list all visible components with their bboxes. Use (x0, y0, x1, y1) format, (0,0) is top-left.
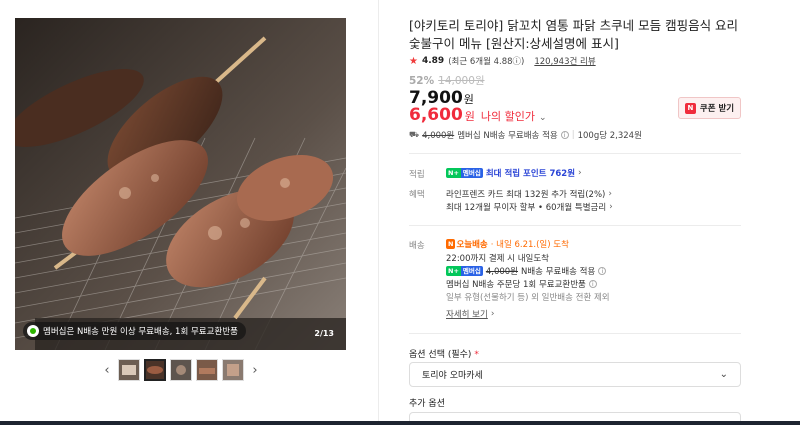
shipping-row: ⛟ 4,000원 멤버십 N배송 무료배송 적용 i | 100g당 2,324… (409, 129, 642, 141)
thumbnail-1[interactable] (118, 359, 140, 381)
thumbnail-2[interactable] (144, 359, 166, 381)
chevron-down-icon: ⌄ (719, 369, 728, 380)
exclude-line: 일부 유형(선물하기 등) 외 일반배송 전환 제외 (446, 293, 610, 303)
required-option-label: 옵션 선택 (필수) * (409, 350, 479, 360)
original-price: 14,000원 (438, 75, 485, 87)
deadline-line: 22:00까지 결제 시 내일도착 (446, 254, 549, 264)
rating-row: ★ 4.89 (최근 6개월 4.88ⓘ) 120,943건 리뷰 (409, 55, 596, 68)
image-counter: 2/13 (314, 329, 334, 338)
today-delivery-badge: N 오늘배송 (446, 239, 488, 250)
thumbnail-5[interactable] (222, 359, 244, 381)
my-price-label: 나의 할인가 (480, 110, 536, 123)
separator: | (571, 130, 575, 140)
unit-price: 100g당 2,324원 (577, 131, 642, 141)
divider-2 (409, 225, 741, 226)
my-price-value: 6,600 (409, 105, 463, 125)
naver-membership-badge: N+ 멤버십 (446, 266, 483, 276)
divider-3 (409, 333, 741, 334)
promo-text: 멤버십은 N배송 만원 이상 무료배송, 1회 무료교환반품 (43, 327, 238, 337)
detail-link[interactable]: 자세히 보기 › (446, 308, 494, 320)
product-gallery: 멤버십은 N배송 만원 이상 무료배송, 1회 무료교환반품 2/13 ‹ › (0, 0, 378, 425)
chevron-right-icon: › (609, 202, 613, 212)
taskbar-edge (0, 421, 800, 425)
chevron-down-icon: ⌄ (539, 113, 547, 123)
thumbnail-4[interactable] (196, 359, 218, 381)
discount-row: 52% 14,000원 (409, 73, 485, 88)
installment-line[interactable]: 최대 12개월 무이자 할부 • 60개월 특별금리 › (446, 201, 613, 213)
delivery-arrival-line: N 오늘배송 · 내일 6.21.(일) 도착 (446, 238, 569, 250)
divider-1 (409, 153, 741, 154)
additional-option-label: 추가 옵션 (409, 399, 445, 409)
arrival-date: · 내일 6.21.(일) 도착 (490, 240, 569, 250)
rating-detail: (최근 6개월 4.88ⓘ) (448, 57, 525, 67)
card-benefit-text: 라인프렌즈 카드 최대 132원 추가 적립(2%) (446, 190, 606, 200)
membership-promo-pill: 멤버십은 N배송 만원 이상 무료배송, 1회 무료교환반품 (23, 322, 246, 340)
thumbnail-strip: ‹ › (100, 357, 262, 383)
delivery-label: 배송 (409, 241, 425, 251)
shipping-fee-strike: 4,000원 (422, 131, 455, 141)
my-price-unit: 원 (464, 110, 475, 123)
card-benefit-line[interactable]: 라인프렌즈 카드 최대 132원 추가 적립(2%) › (446, 188, 612, 200)
rating-score: 4.89 (421, 56, 445, 66)
next-arrow-icon[interactable]: › (248, 363, 262, 378)
star-icon: ★ (409, 55, 418, 67)
product-title: [야키토리 토리야] 닭꼬치 염통 파닭 츠쿠네 모듬 캠핑음식 요리 숯불구이… (409, 18, 739, 51)
main-product-image[interactable]: 멤버십은 N배송 만원 이상 무료배송, 1회 무료교환반품 2/13 (15, 18, 346, 350)
perk-label: 혜택 (409, 190, 425, 200)
info-icon[interactable]: i (588, 280, 597, 288)
shipping-fee-text: 멤버십 N배송 무료배송 적용 (457, 131, 558, 141)
return-line: 멤버십 N배송 주문당 1회 무료교환반품 i (446, 278, 597, 290)
installment-text: 최대 12개월 무이자 할부 • 60개월 특별금리 (446, 203, 607, 213)
chevron-right-icon: › (608, 189, 612, 199)
chevron-right-icon: › (578, 168, 582, 178)
membership-icon (27, 325, 39, 337)
selected-option: 토리야 오마카세 (422, 371, 483, 381)
coupon-icon: N (684, 102, 696, 114)
required-option-select[interactable]: 토리야 오마카세 ⌄ (409, 362, 741, 387)
points-label: 적립 (409, 170, 425, 180)
chevron-right-icon: › (490, 309, 495, 319)
review-count-link[interactable]: 120,943건 리뷰 (534, 55, 595, 67)
product-info-panel: [야키토리 토리야] 닭꼬치 염통 파닭 츠쿠네 모듬 캠핑음식 요리 숯불구이… (379, 0, 800, 425)
discount-rate: 52% (409, 75, 435, 87)
info-icon[interactable]: i (560, 131, 569, 139)
naver-membership-badge: N+ 멤버십 (446, 168, 483, 178)
skewer-photo (15, 18, 346, 350)
truck-icon: ⛟ (409, 130, 420, 139)
points-text: 최대 적립 포인트 762원 (485, 169, 576, 179)
info-icon[interactable]: i (598, 267, 607, 275)
points-line[interactable]: N+ 멤버십 최대 적립 포인트 762원 › (446, 167, 582, 179)
prev-arrow-icon[interactable]: ‹ (100, 363, 114, 378)
thumbnail-3[interactable] (170, 359, 192, 381)
coupon-button[interactable]: N 쿠폰 받기 (678, 97, 741, 119)
my-discount-price[interactable]: 6,600 원 나의 할인가 ⌄ (409, 105, 547, 125)
member-shipping-line: N+ 멤버십 4,000원 N배송 무료배송 적용 i (446, 265, 607, 277)
coupon-label: 쿠폰 받기 (699, 104, 735, 114)
